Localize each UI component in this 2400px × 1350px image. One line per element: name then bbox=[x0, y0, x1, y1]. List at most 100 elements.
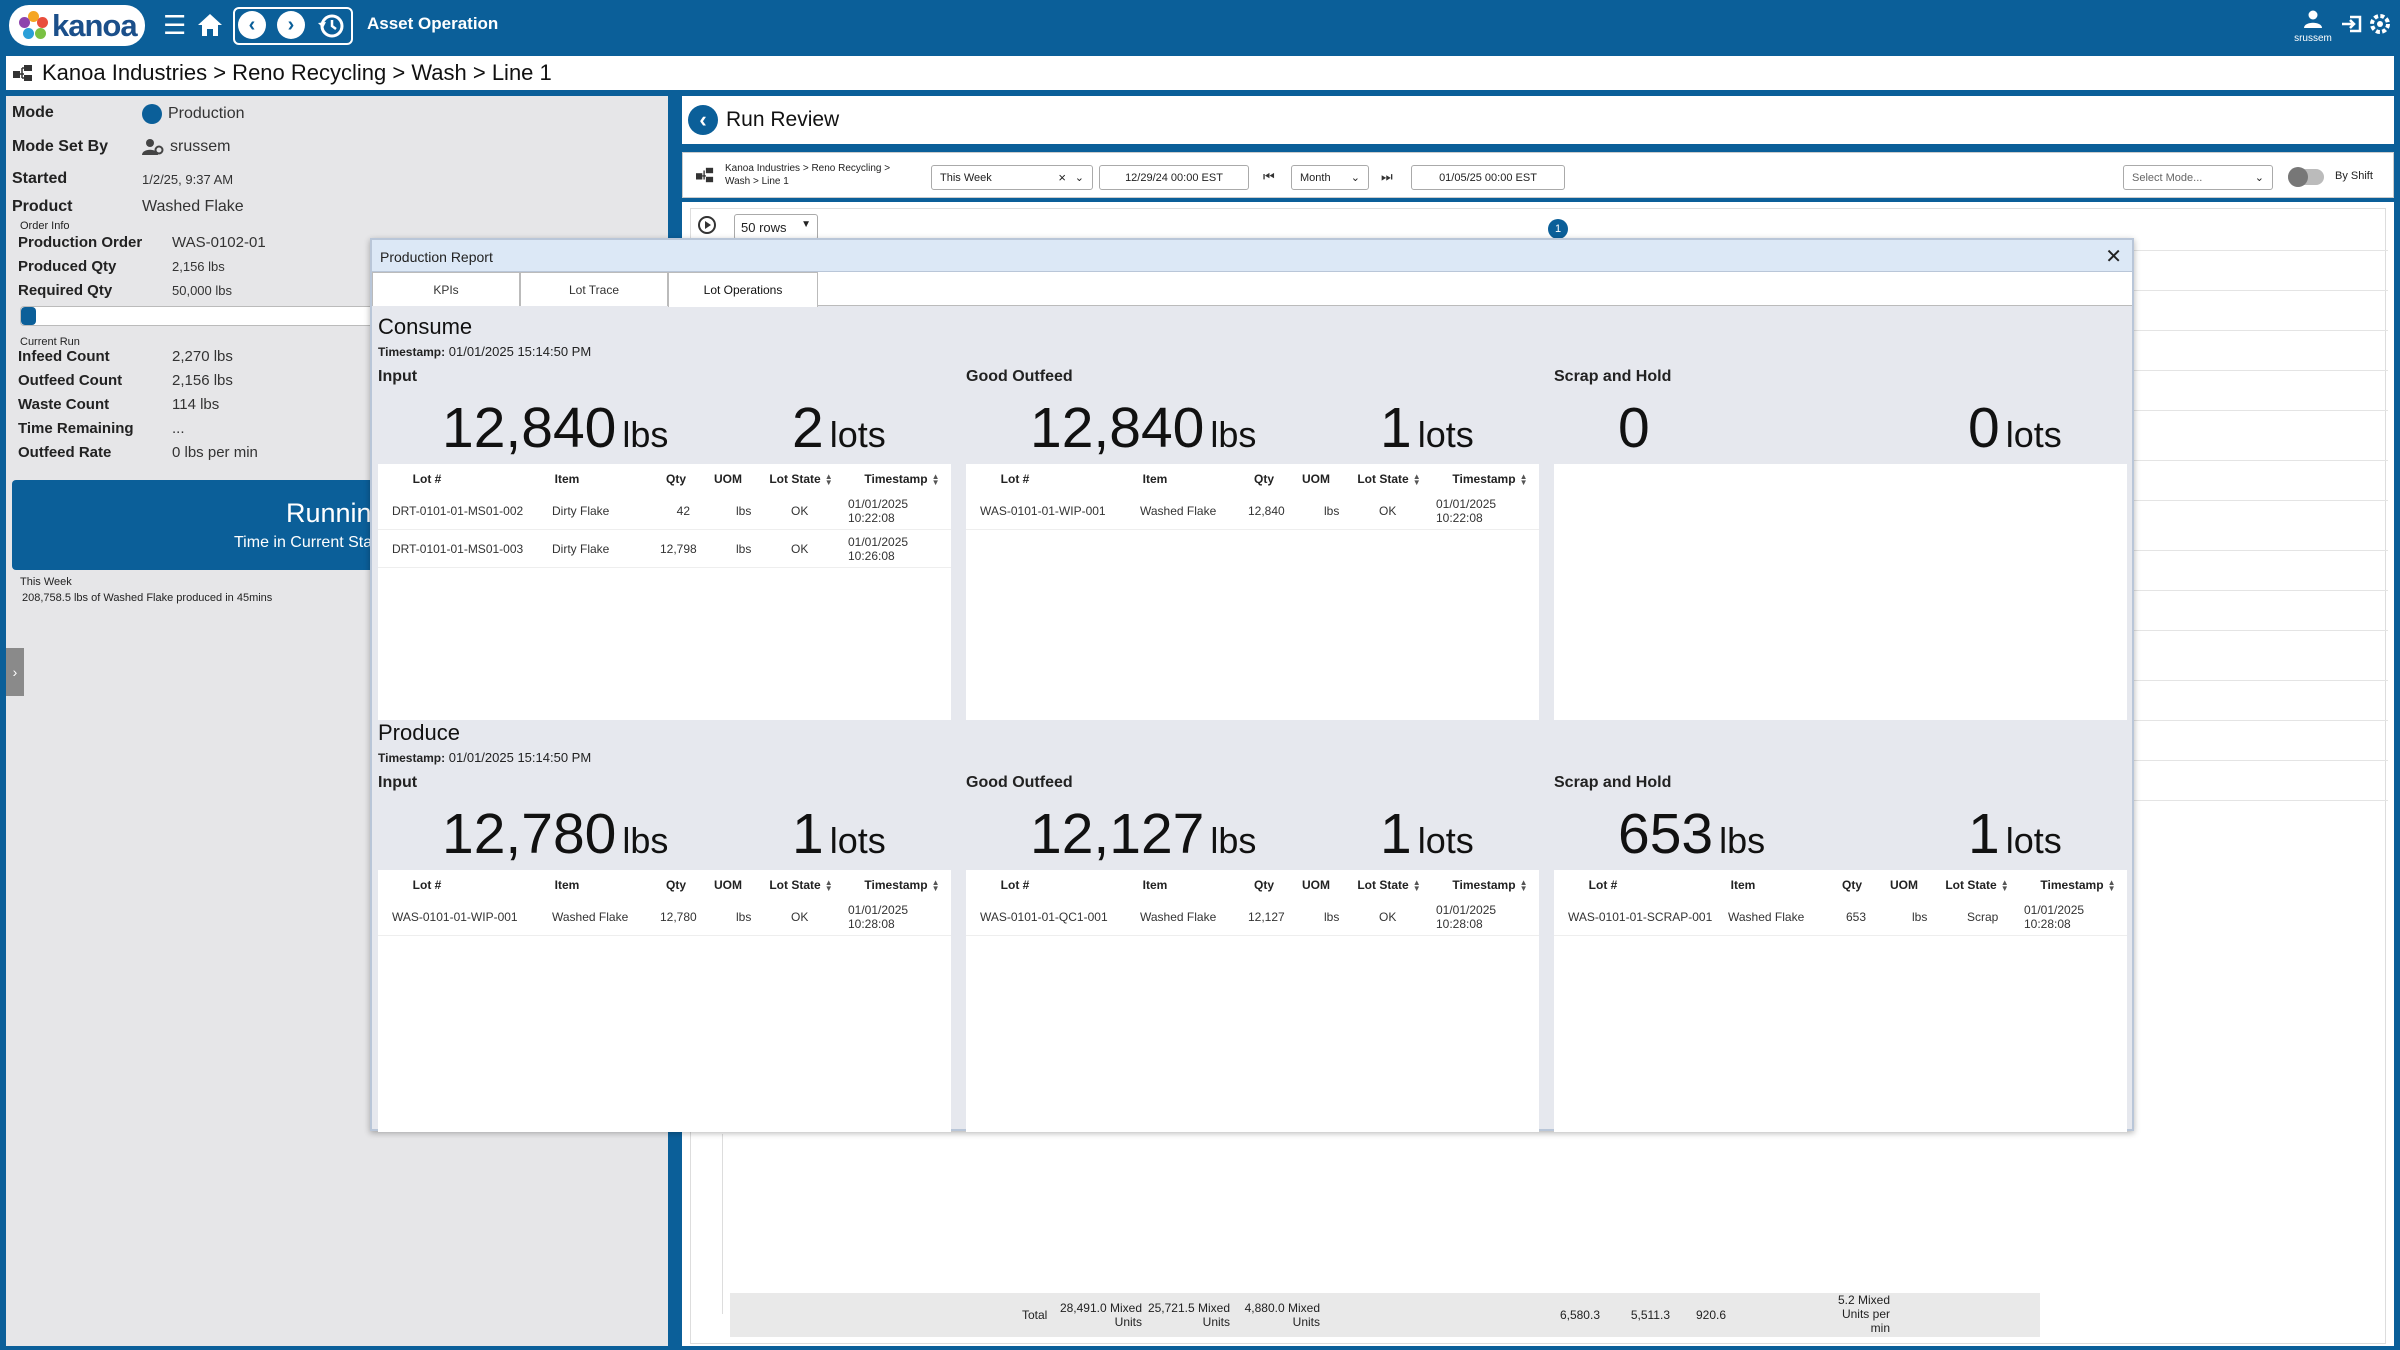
column-header-label: Lot # bbox=[1000, 472, 1030, 486]
column-header[interactable]: Qty bbox=[1246, 472, 1274, 486]
column-header[interactable]: Lot State ▲ ▼ bbox=[1356, 878, 1422, 892]
column-header[interactable]: Item bbox=[538, 472, 596, 486]
table-row[interactable]: WAS-0101-01-WIP-001 Washed Flake 12,840 lbs… bbox=[966, 492, 1539, 530]
consume-input-lots-value: 2 bbox=[792, 396, 824, 460]
mode-set-by-label: Mode Set By bbox=[12, 138, 109, 155]
range-select[interactable]: This Week × ⌄ bbox=[931, 165, 1093, 190]
product-value: Washed Flake bbox=[142, 198, 244, 215]
produce-good-qty-unit: lbs bbox=[1210, 820, 1257, 861]
column-header-label: Timestamp bbox=[864, 472, 928, 486]
back-circle-icon[interactable]: ‹ bbox=[688, 105, 718, 135]
state-subtext: Time in Current State bbox=[234, 534, 380, 551]
column-header-label: Lot State bbox=[769, 878, 821, 892]
column-header[interactable]: Item bbox=[538, 878, 596, 892]
table-row[interactable]: DRT-0101-01-MS01-003 Dirty Flake 12,798 lbs… bbox=[378, 530, 951, 568]
column-header[interactable]: Timestamp ▲ ▼ bbox=[2030, 878, 2126, 892]
column-header[interactable]: Item bbox=[1126, 472, 1184, 486]
column-header[interactable]: Item bbox=[1714, 878, 1772, 892]
settings-gear-icon[interactable] bbox=[2368, 12, 2392, 41]
user-menu[interactable]: srussem bbox=[2292, 10, 2334, 44]
sort-icon[interactable]: ▲ ▼ bbox=[932, 472, 940, 486]
column-header[interactable]: Lot State ▲ ▼ bbox=[1944, 878, 2010, 892]
produced-qty-label: Produced Qty bbox=[18, 258, 117, 275]
column-header[interactable]: UOM bbox=[1302, 878, 1330, 892]
table-row[interactable]: WAS-0101-01-WIP-001 Washed Flake 12,780 lbs… bbox=[378, 898, 951, 936]
back-arrow-icon[interactable]: ‹ bbox=[238, 11, 266, 39]
table-row[interactable]: WAS-0101-01-QC1-001 Washed Flake 12,127 lbs… bbox=[966, 898, 1539, 936]
mode-value: Production bbox=[168, 105, 245, 122]
table-row[interactable]: DRT-0101-01-MS01-002 Dirty Flake 42 lbs OK 01… bbox=[378, 492, 951, 530]
column-header[interactable]: Lot State ▲ ▼ bbox=[1356, 472, 1422, 486]
column-header[interactable]: Qty bbox=[658, 878, 686, 892]
forward-arrow-icon[interactable]: › bbox=[277, 11, 305, 39]
column-header[interactable]: Timestamp ▲ ▼ bbox=[854, 878, 950, 892]
column-header[interactable]: Timestamp ▲ ▼ bbox=[854, 472, 950, 486]
skip-first-icon[interactable]: ⏮ bbox=[1263, 169, 1275, 185]
hamburger-menu-icon[interactable]: ☰ bbox=[163, 12, 186, 38]
cell-timestamp: 01/01/2025 10:28:08 bbox=[1436, 903, 1496, 931]
column-header[interactable]: UOM bbox=[1890, 878, 1918, 892]
column-header[interactable]: Qty bbox=[658, 472, 686, 486]
column-header[interactable]: Lot # bbox=[1568, 878, 1638, 892]
tab-lot-trace[interactable]: Lot Trace bbox=[520, 272, 668, 306]
column-header[interactable]: Qty bbox=[1246, 878, 1274, 892]
sort-icon[interactable]: ▲ ▼ bbox=[1413, 472, 1421, 486]
column-header[interactable]: Lot # bbox=[980, 472, 1050, 486]
expand-panel-handle[interactable]: › bbox=[6, 648, 24, 696]
logout-icon[interactable] bbox=[2340, 12, 2364, 41]
column-header[interactable]: Qty bbox=[1834, 878, 1862, 892]
sort-icon[interactable]: ▲ ▼ bbox=[825, 878, 833, 892]
column-header[interactable]: Lot # bbox=[392, 472, 462, 486]
column-header[interactable]: Lot # bbox=[980, 878, 1050, 892]
cell-date: 01/01/2025 bbox=[1436, 903, 1497, 917]
outfeed-rate-label: Outfeed Rate bbox=[18, 444, 112, 461]
consume-scrap-title: Scrap and Hold bbox=[1554, 368, 1672, 385]
produce-timestamp-label: Timestamp: bbox=[378, 751, 446, 765]
column-header-label: Item bbox=[1730, 878, 1756, 892]
period-select[interactable]: Month ⌄ bbox=[1291, 165, 1369, 190]
sort-icon[interactable]: ▲ ▼ bbox=[2001, 878, 2009, 892]
hierarchy-icon[interactable] bbox=[695, 166, 715, 184]
breadcrumb-path[interactable]: Kanoa Industries > Reno Recycling > Wash… bbox=[42, 60, 552, 86]
column-header[interactable]: UOM bbox=[1302, 472, 1330, 486]
skip-last-icon[interactable]: ⏭ bbox=[1381, 169, 1393, 185]
sort-icon[interactable]: ▲ ▼ bbox=[2108, 878, 2116, 892]
produce-scrap-lots: 1 lots bbox=[1968, 806, 2062, 863]
tab-lot-operations[interactable]: Lot Operations bbox=[668, 272, 818, 307]
page-number-badge[interactable]: 1 bbox=[1548, 219, 1568, 239]
table-row[interactable]: WAS-0101-01-SCRAP-001 Washed Flake 653 lbs S… bbox=[1554, 898, 2127, 936]
clear-x-icon[interactable]: × bbox=[1058, 170, 1066, 185]
home-icon[interactable] bbox=[196, 12, 224, 43]
column-header[interactable]: Lot State ▲ ▼ bbox=[768, 878, 834, 892]
kanoa-logo[interactable]: kanoa bbox=[9, 5, 145, 46]
end-date-input[interactable]: 01/05/25 00:00 EST bbox=[1411, 165, 1565, 190]
sort-icon[interactable]: ▲ ▼ bbox=[825, 472, 833, 486]
sort-icon[interactable]: ▲ ▼ bbox=[1520, 472, 1528, 486]
column-header[interactable]: Timestamp ▲ ▼ bbox=[1442, 472, 1538, 486]
mode-label: Mode bbox=[12, 104, 54, 121]
sort-icon[interactable]: ▲ ▼ bbox=[932, 878, 940, 892]
column-header[interactable]: Lot State ▲ ▼ bbox=[768, 472, 834, 486]
column-header[interactable]: UOM bbox=[714, 878, 742, 892]
rows-per-page-select[interactable]: 50 rows ▼ bbox=[734, 214, 818, 240]
by-shift-toggle[interactable] bbox=[2288, 167, 2324, 187]
column-header[interactable]: UOM bbox=[714, 472, 742, 486]
column-header-label: Lot State bbox=[1357, 878, 1409, 892]
sort-icon[interactable]: ▲ ▼ bbox=[1413, 878, 1421, 892]
produce-good-title: Good Outfeed bbox=[966, 774, 1073, 791]
column-header[interactable]: Timestamp ▲ ▼ bbox=[1442, 878, 1538, 892]
column-header[interactable]: Item bbox=[1126, 878, 1184, 892]
close-icon[interactable]: ✕ bbox=[2105, 244, 2122, 269]
tab-kpis[interactable]: KPIs bbox=[372, 272, 520, 306]
filter-breadcrumb[interactable]: Kanoa Industries > Reno Recycling > Wash… bbox=[725, 162, 890, 188]
refresh-icon[interactable] bbox=[696, 214, 718, 241]
history-icon[interactable] bbox=[316, 11, 346, 46]
total-col-2: 25,721.5 Mixed Units bbox=[1147, 1301, 1230, 1329]
produce-scrap-lot-table: Lot # Item Qty UOM Lot State ▲ ▼ Timestamp ▲ ▼ WAS… bbox=[1554, 870, 2127, 1132]
mode-select[interactable]: Select Mode... ⌄ bbox=[2123, 165, 2273, 190]
sort-icon[interactable]: ▲ ▼ bbox=[1520, 878, 1528, 892]
start-date-input[interactable]: 12/29/24 00:00 EST bbox=[1099, 165, 1249, 190]
column-header[interactable]: Lot # bbox=[392, 878, 462, 892]
cell-timestamp: 01/01/2025 10:26:08 bbox=[848, 535, 908, 563]
waste-count-label: Waste Count bbox=[18, 396, 110, 413]
